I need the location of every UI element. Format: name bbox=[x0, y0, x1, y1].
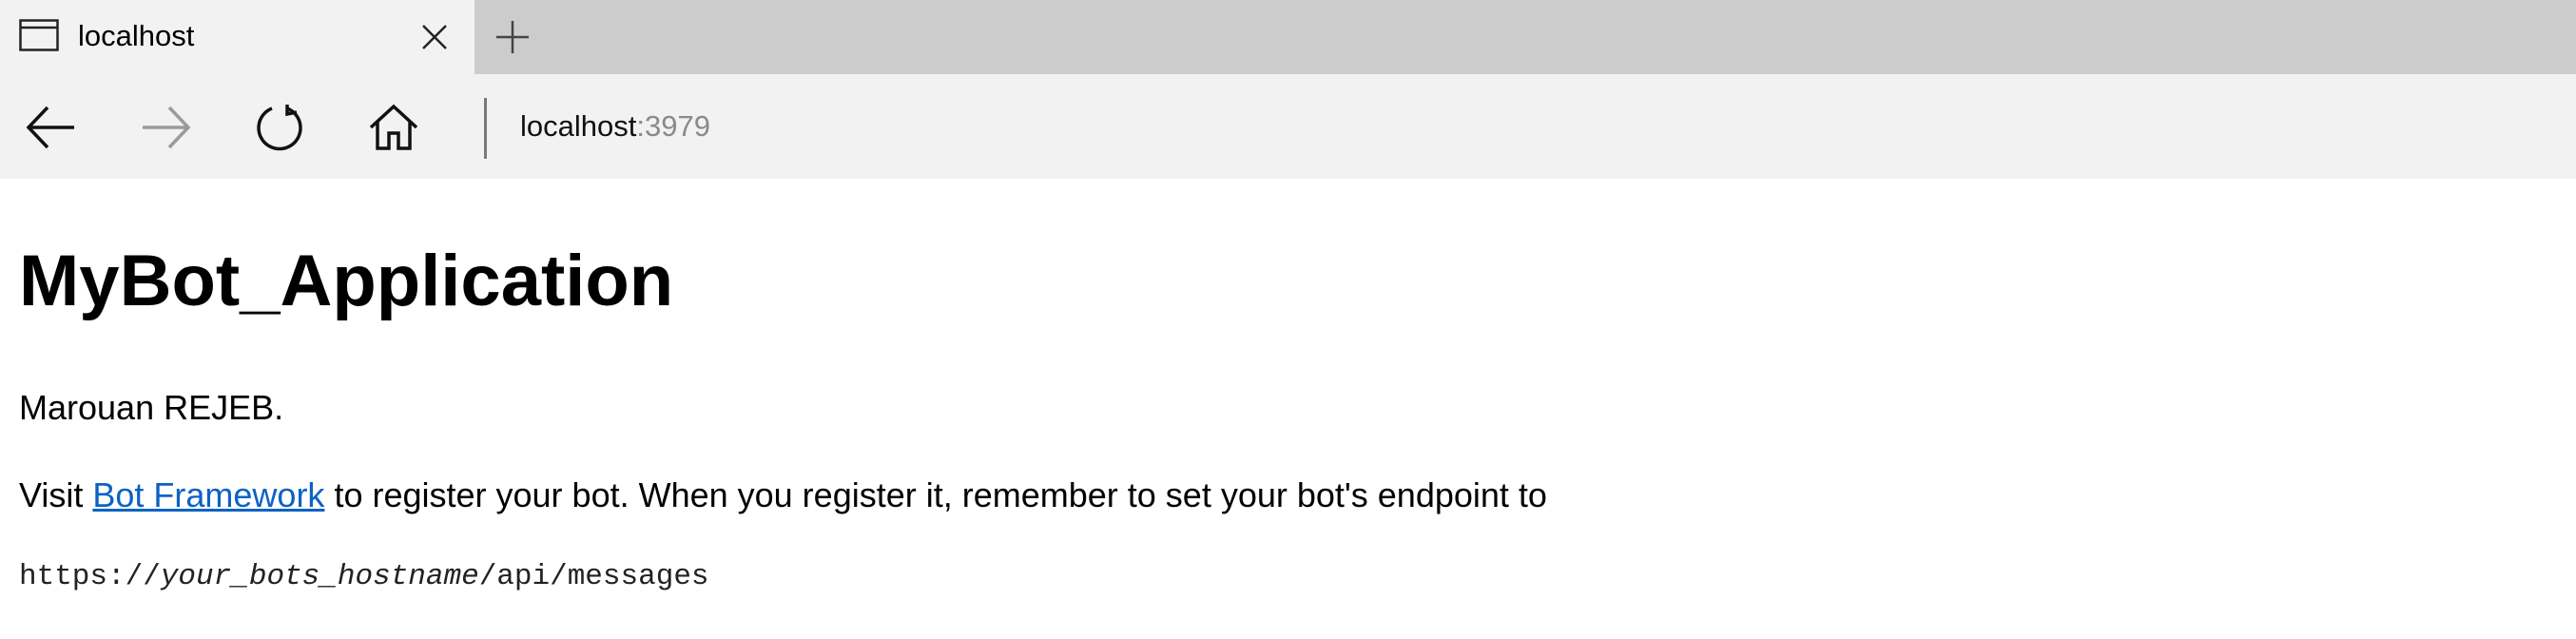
forward-arrow-icon[interactable] bbox=[139, 101, 192, 154]
address-port: :3979 bbox=[636, 109, 710, 143]
author-line: Marouan REJEB. bbox=[19, 388, 284, 427]
endpoint-scheme: https:// bbox=[19, 560, 161, 593]
endpoint-host-placeholder: your_bots_hostname bbox=[160, 560, 479, 593]
tab-title: localhost bbox=[78, 19, 195, 52]
plus-icon[interactable] bbox=[493, 17, 533, 57]
address-host: localhost bbox=[520, 109, 637, 143]
visit-suffix: to register your bot. When you register … bbox=[324, 475, 1547, 514]
bot-framework-link[interactable]: Bot Framework bbox=[92, 475, 324, 514]
back-arrow-icon[interactable] bbox=[25, 101, 78, 154]
visit-prefix: Visit bbox=[19, 475, 93, 514]
address-divider bbox=[484, 98, 487, 159]
tab-strip: localhost bbox=[0, 0, 2576, 74]
endpoint-url: https://your_bots_hostname/api/messages bbox=[19, 557, 709, 597]
close-icon[interactable] bbox=[418, 21, 451, 53]
home-icon[interactable] bbox=[367, 101, 420, 154]
browser-tab[interactable]: localhost bbox=[0, 0, 475, 74]
page-title: MyBot_Application bbox=[19, 241, 674, 321]
page-icon bbox=[19, 19, 59, 51]
address-bar[interactable]: localhost:3979 bbox=[520, 106, 2422, 147]
refresh-icon[interactable] bbox=[253, 101, 306, 154]
navigation-bar: localhost:3979 bbox=[0, 74, 2576, 179]
visit-paragraph: Visit Bot Framework to register your bot… bbox=[19, 474, 1547, 517]
endpoint-path: /api/messages bbox=[478, 560, 709, 593]
